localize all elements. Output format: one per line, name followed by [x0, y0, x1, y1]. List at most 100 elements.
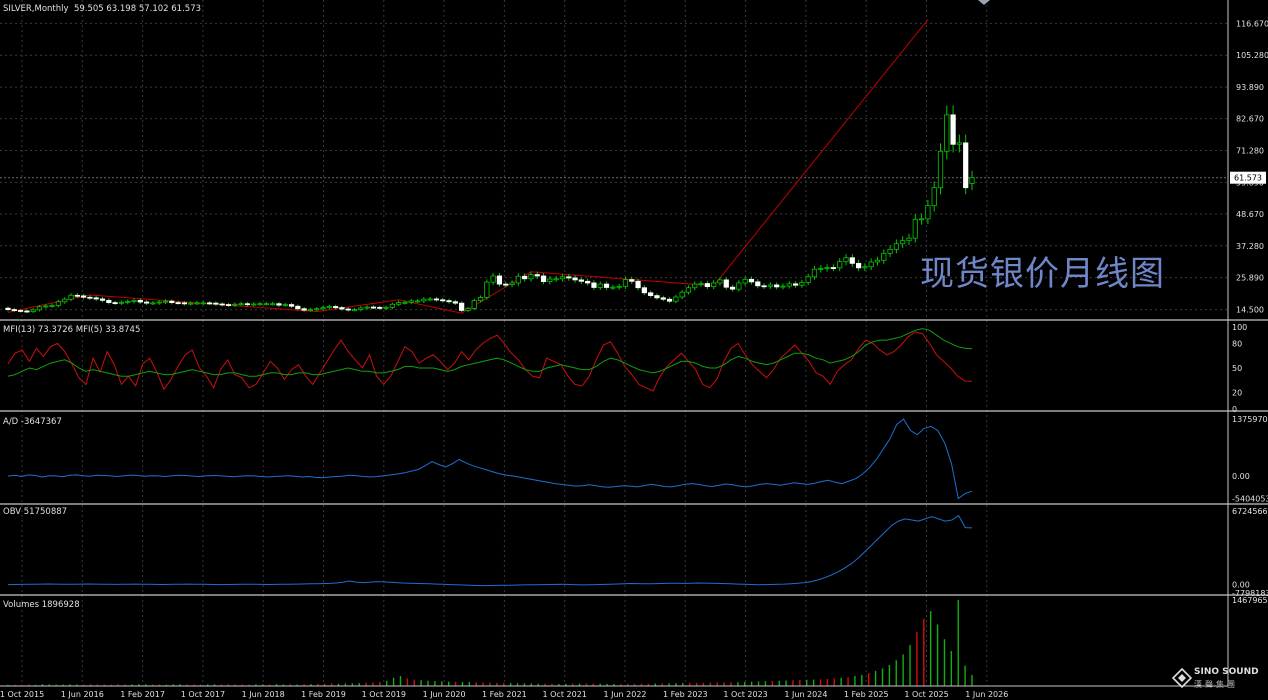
- obv-pane[interactable]: OBV 51750887: [3, 507, 973, 587]
- x-tick-label: 1 Jun 2026: [965, 690, 1008, 699]
- candle-body: [956, 142, 963, 145]
- candle-body: [603, 283, 610, 288]
- candle-body: [169, 300, 175, 303]
- volume-pane[interactable]: Volumes 1896928: [3, 600, 973, 686]
- x-tick-label: 1 Oct 2025: [904, 690, 948, 699]
- candle-body: [673, 296, 679, 302]
- candle-body: [522, 275, 528, 280]
- candle-body: [225, 304, 232, 306]
- candle-body: [855, 262, 862, 269]
- candle-body: [106, 299, 112, 303]
- company-logo: SINO SOUND 漢聲集團: [1172, 667, 1268, 697]
- candle-body: [402, 301, 408, 304]
- candle-body: [383, 306, 389, 309]
- candle-body: [150, 302, 156, 305]
- candle-body: [906, 237, 912, 242]
- candle-body: [421, 298, 427, 302]
- ad-pane[interactable]: A/D -3647367: [3, 417, 973, 500]
- logo-name-en: SINO SOUND: [1194, 667, 1259, 677]
- price-tick-label: 25.890: [1236, 274, 1264, 283]
- zigzag-path: [7, 19, 929, 314]
- candle-body: [496, 275, 503, 285]
- candle-body: [824, 267, 830, 269]
- mfi-label: MFI(13) 73.3726 MFI(5) 33.8745: [3, 325, 140, 335]
- candle-body: [490, 275, 496, 283]
- candle-body: [685, 287, 692, 293]
- candle-body: [648, 292, 654, 296]
- candle-body: [207, 302, 213, 305]
- x-tick-label: 1 Feb 2025: [844, 690, 889, 699]
- candle-body: [219, 303, 225, 306]
- candle-body: [837, 261, 843, 269]
- candle-body: [232, 303, 238, 306]
- candle-body: [937, 150, 944, 189]
- price-tick-label: 105.280: [1236, 51, 1268, 60]
- candle-body: [679, 291, 685, 298]
- candle-body: [162, 300, 169, 303]
- candle-body: [43, 305, 49, 308]
- candle-body: [950, 114, 956, 145]
- candle-body: [755, 281, 761, 287]
- candle-body: [452, 301, 458, 304]
- candle-body: [862, 266, 868, 269]
- candle-body: [427, 298, 433, 301]
- candle-body: [408, 300, 414, 303]
- candle-body: [585, 280, 591, 284]
- logo-name-cn: 漢聲集團: [1194, 680, 1238, 689]
- candle-body: [351, 309, 358, 311]
- x-tick-label: 1 Jun 2024: [784, 690, 827, 699]
- candle-body: [830, 267, 836, 269]
- candle-body: [503, 283, 509, 286]
- candle-body: [200, 302, 206, 305]
- candle-body: [459, 302, 465, 311]
- mfi-pane[interactable]: MFI(13) 73.3726 MFI(5) 33.8745: [3, 325, 973, 392]
- candle-body: [881, 252, 887, 261]
- candles: [5, 105, 975, 314]
- candle-body: [698, 283, 704, 285]
- candle-body: [711, 282, 717, 288]
- price-pane[interactable]: SILVER,Monthly 59.505 63.198 57.102 61.5…: [3, 4, 975, 314]
- volume-tick-label: 14679659: [1232, 596, 1268, 605]
- candle-body: [805, 276, 811, 283]
- candle-body: [610, 286, 616, 289]
- candle-body: [635, 280, 641, 289]
- candle-body: [5, 307, 11, 310]
- candle-body: [74, 294, 80, 297]
- candle-body: [509, 282, 515, 286]
- candle-body: [477, 297, 484, 302]
- candle-body: [893, 243, 899, 250]
- candle-body: [131, 299, 137, 302]
- candle-body: [780, 285, 786, 288]
- candle-body: [320, 307, 326, 310]
- candle-body: [704, 283, 710, 288]
- candle-body: [213, 302, 219, 305]
- chart-shift-icon[interactable]: [978, 0, 990, 5]
- candle-body: [534, 274, 540, 277]
- candle-body: [786, 283, 792, 287]
- x-tick-label: 1 Oct 2017: [181, 690, 225, 699]
- candle-body: [175, 302, 181, 304]
- candle-body: [251, 303, 257, 306]
- candle-body: [440, 299, 446, 302]
- candle-body: [112, 302, 118, 304]
- candle-body: [244, 303, 251, 306]
- candle-body: [11, 309, 17, 311]
- price-tick-label: 48.670: [1236, 210, 1264, 219]
- candle-body: [717, 279, 723, 284]
- candle-body: [818, 268, 824, 270]
- candle-body: [484, 281, 490, 298]
- candle-body: [553, 278, 559, 281]
- candle-body: [137, 299, 143, 303]
- candle-body: [307, 309, 314, 311]
- x-tick-label: 1 Feb 2017: [120, 690, 165, 699]
- candle-body: [295, 305, 301, 310]
- candle-body: [465, 308, 471, 311]
- candle-body: [24, 310, 30, 313]
- zigzag-line: [7, 19, 929, 314]
- candle-body: [276, 303, 282, 306]
- mfi5-line: [7, 328, 973, 377]
- candle-body: [774, 284, 780, 288]
- chart-stage: SILVER,Monthly 59.505 63.198 57.102 61.5…: [0, 0, 1268, 699]
- watermark-title: 现货银价月线图: [920, 254, 1165, 294]
- candle-body: [969, 177, 975, 184]
